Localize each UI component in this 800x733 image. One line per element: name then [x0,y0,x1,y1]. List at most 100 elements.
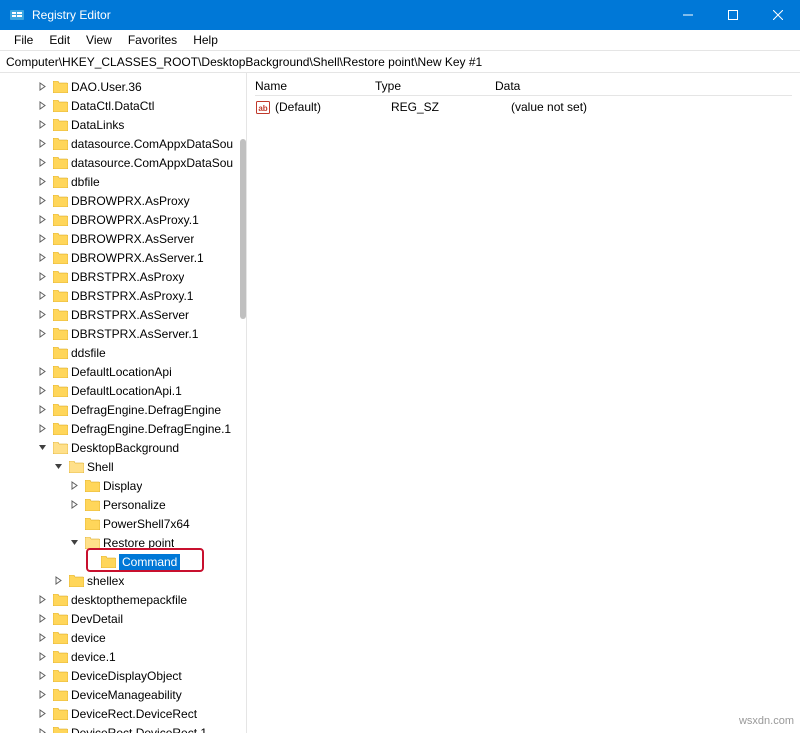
tree-node-label: DBROWPRX.AsServer [71,232,194,246]
tree-node[interactable]: DefaultLocationApi.1 [0,381,246,400]
tree-node[interactable]: DBROWPRX.AsProxy.1 [0,210,246,229]
menu-bar: File Edit View Favorites Help [0,30,800,51]
tree-node[interactable]: DeviceRect.DeviceRect.1 [0,723,246,733]
close-button[interactable] [755,0,800,30]
tree-node-label: device.1 [71,650,116,664]
minimize-button[interactable] [665,0,710,30]
expand-icon[interactable] [38,386,52,395]
tree-node[interactable]: DBROWPRX.AsServer [0,229,246,248]
folder-icon [52,688,68,702]
value-data: (value not set) [511,98,792,116]
menu-help[interactable]: Help [185,31,226,49]
expand-icon[interactable] [38,671,52,680]
tree-node[interactable]: DeviceManageability [0,685,246,704]
address-path: Computer\HKEY_CLASSES_ROOT\DesktopBackgr… [6,55,482,69]
tree-node[interactable]: DataCtl.DataCtl [0,96,246,115]
tree-node[interactable]: dbfile [0,172,246,191]
expand-icon[interactable] [70,481,84,490]
expand-icon[interactable] [38,196,52,205]
address-bar[interactable]: Computer\HKEY_CLASSES_ROOT\DesktopBackgr… [0,51,800,73]
value-row[interactable]: ab (Default) REG_SZ (value not set) [255,96,792,118]
menu-view[interactable]: View [78,31,120,49]
tree-node[interactable]: DevDetail [0,609,246,628]
tree-node[interactable]: Command [0,552,246,571]
tree-node-label: DeviceDisplayObject [71,669,182,683]
string-value-icon: ab [255,100,271,114]
tree-node[interactable]: DAO.User.36 [0,77,246,96]
tree-node[interactable]: DefaultLocationApi [0,362,246,381]
scrollbar-thumb[interactable] [240,139,246,319]
expand-icon[interactable] [38,690,52,699]
tree-node[interactable]: device.1 [0,647,246,666]
expand-icon[interactable] [38,291,52,300]
tree-node[interactable]: Shell [0,457,246,476]
folder-icon [52,726,68,733]
tree-node-label-editing[interactable]: Command [119,554,180,570]
expand-icon[interactable] [38,234,52,243]
expand-icon[interactable] [38,120,52,129]
expand-icon[interactable] [38,272,52,281]
expand-icon[interactable] [38,158,52,167]
expand-icon[interactable] [38,101,52,110]
collapse-icon[interactable] [38,443,52,452]
tree-node[interactable]: Display [0,476,246,495]
tree-node[interactable]: PowerShell7x64 [0,514,246,533]
folder-icon [52,669,68,683]
expand-icon[interactable] [70,500,84,509]
expand-icon[interactable] [38,329,52,338]
tree-node[interactable]: DBROWPRX.AsProxy [0,191,246,210]
tree-node[interactable]: DBRSTPRX.AsProxy [0,267,246,286]
col-name[interactable]: Name [255,77,375,95]
tree-node[interactable]: DefragEngine.DefragEngine.1 [0,419,246,438]
tree-node[interactable]: DBRSTPRX.AsProxy.1 [0,286,246,305]
expand-icon[interactable] [38,215,52,224]
expand-icon[interactable] [38,310,52,319]
folder-icon [52,650,68,664]
folder-icon [52,194,68,208]
maximize-button[interactable] [710,0,755,30]
tree-node[interactable]: desktopthemepackfile [0,590,246,609]
tree-node[interactable]: DataLinks [0,115,246,134]
expand-icon[interactable] [38,405,52,414]
tree-node[interactable]: datasource.ComAppxDataSou [0,134,246,153]
tree-node[interactable]: shellex [0,571,246,590]
collapse-icon[interactable] [54,462,68,471]
tree-node[interactable]: DBRSTPRX.AsServer.1 [0,324,246,343]
menu-favorites[interactable]: Favorites [120,31,185,49]
expand-icon[interactable] [38,139,52,148]
expand-icon[interactable] [38,652,52,661]
tree-node[interactable]: ddsfile [0,343,246,362]
folder-icon [52,346,68,360]
tree-node[interactable]: DBROWPRX.AsServer.1 [0,248,246,267]
folder-icon [52,270,68,284]
expand-icon[interactable] [38,253,52,262]
tree-node[interactable]: Restore point [0,533,246,552]
menu-edit[interactable]: Edit [41,31,78,49]
tree-node[interactable]: device [0,628,246,647]
folder-icon [52,707,68,721]
expand-icon[interactable] [38,82,52,91]
tree-node[interactable]: Personalize [0,495,246,514]
expand-icon[interactable] [38,614,52,623]
expand-icon[interactable] [38,367,52,376]
tree-node[interactable]: DefragEngine.DefragEngine [0,400,246,419]
tree-node[interactable]: DBRSTPRX.AsServer [0,305,246,324]
expand-icon[interactable] [38,709,52,718]
expand-icon[interactable] [38,177,52,186]
expand-icon[interactable] [38,424,52,433]
tree-node-label: DBROWPRX.AsServer.1 [71,251,204,265]
expand-icon[interactable] [38,728,52,733]
menu-file[interactable]: File [6,31,41,49]
expand-icon[interactable] [54,576,68,585]
collapse-icon[interactable] [70,538,84,547]
tree-node[interactable]: datasource.ComAppxDataSou [0,153,246,172]
tree-node[interactable]: DesktopBackground [0,438,246,457]
folder-icon [52,612,68,626]
folder-icon [52,118,68,132]
expand-icon[interactable] [38,633,52,642]
col-type[interactable]: Type [375,77,495,95]
col-data[interactable]: Data [495,77,792,95]
tree-node[interactable]: DeviceRect.DeviceRect [0,704,246,723]
expand-icon[interactable] [38,595,52,604]
tree-node[interactable]: DeviceDisplayObject [0,666,246,685]
